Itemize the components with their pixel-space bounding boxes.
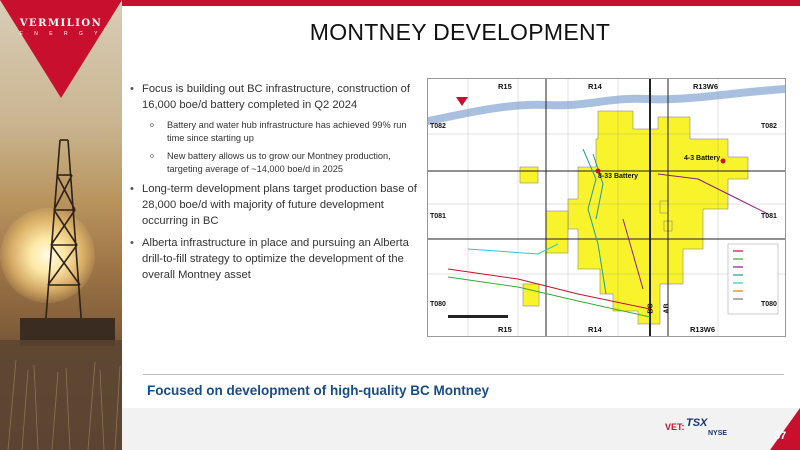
- range-label: R13W6: [690, 325, 716, 334]
- bullet-list: Focus is building out BC infrastructure,…: [130, 81, 425, 289]
- key-message: Focused on development of high-quality B…: [147, 383, 490, 398]
- township-label: T081: [430, 213, 446, 220]
- page-number: 37: [774, 430, 787, 442]
- drilling-rig-photo: VERMILION E N E R G Y: [0, 0, 122, 450]
- range-label: R15: [498, 325, 512, 334]
- logo-subtitle: E N E R G Y: [19, 31, 103, 37]
- battery-marker: [720, 158, 726, 164]
- page-title: MONTNEY DEVELOPMENT: [309, 19, 611, 45]
- map-scale-bar: [448, 315, 508, 318]
- province-label-bc: BC: [647, 303, 655, 314]
- tsx-logo: TSX: [686, 417, 708, 429]
- range-label: R15: [498, 82, 512, 91]
- township-label: T080: [430, 301, 446, 308]
- township-label: T081: [761, 213, 777, 220]
- vermilion-logo: VERMILION E N E R G Y: [0, 18, 122, 37]
- range-label: R14: [588, 325, 602, 334]
- footer-bar: [122, 408, 800, 450]
- page-number-badge: [770, 408, 800, 450]
- range-label: R14: [588, 82, 602, 91]
- nyse-logo: NYSE: [708, 430, 728, 437]
- township-label: T080: [761, 301, 777, 308]
- bullet-item: Long-term development plans target produ…: [130, 181, 425, 229]
- township-label: T082: [430, 123, 446, 130]
- range-label: R13W6: [693, 82, 719, 91]
- section-divider: [143, 374, 784, 375]
- battery-label: 4-3 Battery: [684, 155, 721, 162]
- sub-bullet-item: New battery allows us to grow our Montne…: [130, 150, 425, 175]
- bullet-item: Focus is building out BC infrastructure,…: [130, 81, 425, 113]
- stock-ticker: VET:: [665, 422, 685, 432]
- logo-name: VERMILION: [19, 18, 103, 29]
- brand-triangle: [0, 0, 122, 98]
- battery-label: 8-33 Battery: [598, 173, 639, 180]
- province-label-ab: AB: [663, 303, 671, 314]
- montney-land-map: R15 R14 R13W6 R15 R14 R13W6 T082 T081 T0…: [427, 78, 786, 337]
- township-label: T082: [761, 123, 777, 130]
- sub-bullet-item: Battery and water hub infrastructure has…: [130, 119, 425, 144]
- bullet-item: Alberta infrastructure in place and purs…: [130, 235, 425, 283]
